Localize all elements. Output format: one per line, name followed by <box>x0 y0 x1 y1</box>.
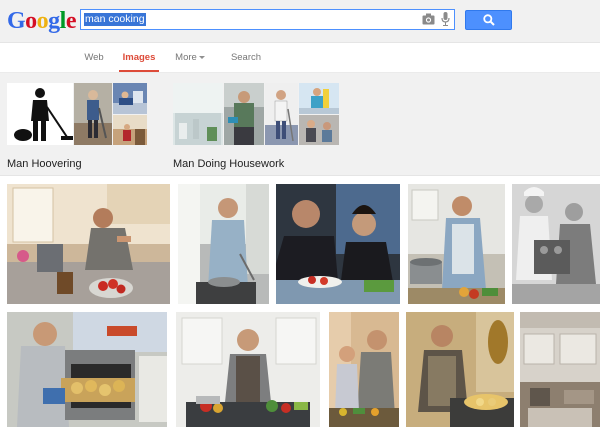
microphone-icon[interactable] <box>441 12 450 26</box>
search-tabs: Web Images More Search tools <box>0 43 600 93</box>
tab-more[interactable]: More <box>174 43 206 72</box>
google-logo[interactable]: Google <box>7 7 77 35</box>
thumbnail <box>224 83 264 145</box>
tab-web[interactable]: Web <box>82 43 106 72</box>
thumbnail <box>173 83 223 145</box>
chevron-down-icon <box>198 55 205 59</box>
logo-letter: G <box>7 8 26 34</box>
image-result[interactable] <box>7 312 167 427</box>
image-result[interactable] <box>329 312 399 427</box>
logo-letter: o <box>36 8 49 34</box>
logo-letter: e <box>65 8 77 34</box>
top-bar: Google man cooking <box>0 0 600 43</box>
image-results-grid <box>0 176 600 427</box>
image-result[interactable] <box>512 184 600 304</box>
related-search-label: Man Doing Housework <box>173 158 285 170</box>
related-searches: Man Hoovering Man Doing Housework <box>0 73 600 176</box>
search-button[interactable] <box>465 10 512 30</box>
thumbnail <box>299 115 339 145</box>
image-result[interactable] <box>276 184 400 304</box>
tab-label: Web <box>84 52 104 63</box>
thumbnail <box>113 115 147 145</box>
tab-images[interactable]: Images <box>119 43 159 72</box>
tab-search-tools[interactable]: Search tools <box>220 43 272 93</box>
image-result[interactable] <box>408 184 505 304</box>
image-result[interactable] <box>7 184 170 304</box>
camera-icon[interactable] <box>422 13 435 25</box>
image-result[interactable] <box>406 312 514 427</box>
tab-label: More <box>175 52 197 63</box>
related-search-man-doing-housework[interactable]: Man Doing Housework <box>173 83 343 173</box>
related-search-man-hoovering[interactable]: Man Hoovering <box>7 83 147 173</box>
image-result[interactable] <box>176 312 320 427</box>
logo-letter: o <box>25 8 37 34</box>
thumbnail <box>299 83 339 114</box>
image-result[interactable] <box>178 184 269 304</box>
thumbnail <box>74 83 112 145</box>
thumbnail <box>7 83 73 145</box>
thumbnail <box>113 83 147 114</box>
search-icon <box>483 14 495 26</box>
search-input[interactable]: man cooking <box>84 13 146 26</box>
related-search-label: Man Hoovering <box>7 158 82 170</box>
tab-label: Images <box>122 52 156 63</box>
image-result[interactable] <box>520 312 600 427</box>
search-box[interactable]: man cooking <box>80 9 455 30</box>
logo-letter: g <box>48 8 60 34</box>
thumbnail <box>265 83 298 145</box>
